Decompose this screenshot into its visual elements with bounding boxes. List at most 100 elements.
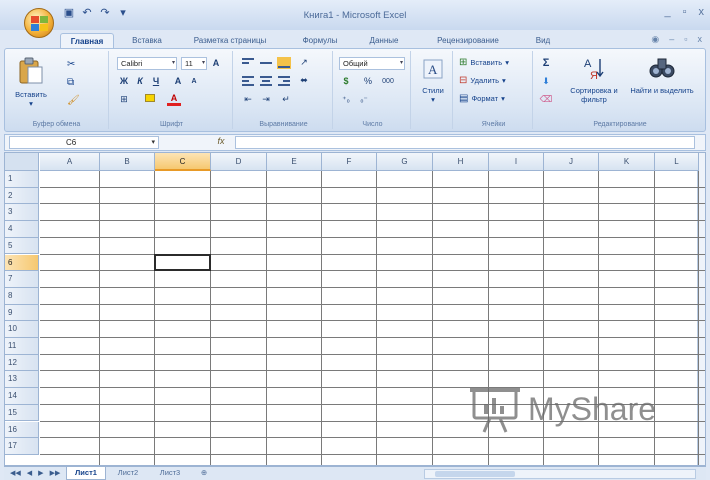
autosum-icon[interactable]: Σ [539,57,553,70]
sheet-tab-1[interactable]: Лист1 [66,467,106,480]
row-header-8[interactable]: 8 [5,287,39,305]
minimize-icon[interactable]: _ [664,6,670,18]
row-header-6[interactable]: 6 [5,254,39,272]
increase-indent-icon[interactable]: ⇥ [259,93,273,106]
next-sheet-icon[interactable]: ▶ [38,469,43,477]
column-header-j[interactable]: J [544,153,599,171]
ribbon-close-icon[interactable]: x [698,34,703,45]
ribbon-restore-icon[interactable]: ▫ [684,34,687,45]
row-header-17[interactable]: 17 [5,438,39,455]
prev-sheet-icon[interactable]: ◀ [27,469,32,477]
sort-filter-button[interactable]: A Я Сортировка и фильтр [563,55,625,104]
copy-button[interactable]: ⧉ [67,77,74,88]
currency-icon[interactable]: $ [339,75,353,88]
sheet-tab-3[interactable]: Лист3 [150,467,190,480]
column-header-d[interactable]: D [211,153,267,171]
percent-button[interactable]: % [361,75,375,88]
ribbon-minimize-icon[interactable]: – [669,34,674,45]
column-header-h[interactable]: H [433,153,489,171]
increase-decimal-icon[interactable]: ⁺₀ [339,93,353,106]
paste-button[interactable]: Вставить ▾ [11,57,51,108]
row-header-11[interactable]: 11 [5,338,39,355]
orientation-icon[interactable]: ↗ [297,56,311,69]
italic-button[interactable]: К [133,75,147,88]
close-icon[interactable]: x [699,6,705,18]
sheet-tab-2[interactable]: Лист2 [108,467,148,480]
row-header-15[interactable]: 15 [5,404,39,422]
align-top-icon[interactable] [241,57,255,69]
column-header-c[interactable]: C [155,153,211,171]
styles-button[interactable]: A Стили ▾ [415,59,451,104]
row-header-5[interactable]: 5 [5,237,39,255]
name-box[interactable]: C6 ▾ [9,136,159,149]
column-header-a[interactable]: A [40,153,100,171]
decrease-font-icon[interactable]: A [187,75,201,88]
align-right-icon[interactable] [277,75,291,87]
row-header-14[interactable]: 14 [5,388,39,405]
tab-page-layout[interactable]: Разметка страницы [178,33,282,48]
clear-icon[interactable]: ⌫ [539,93,553,106]
align-middle-icon[interactable] [259,57,273,69]
font-name-select[interactable]: Calibri ▾ [117,57,177,70]
font-color-button[interactable]: A [167,93,181,106]
thousands-button[interactable]: 000 [377,75,399,88]
maximize-icon[interactable]: ▫ [683,6,687,18]
row-header-12[interactable]: 12 [5,354,39,372]
insert-sheet-icon[interactable]: ⊕ [194,467,214,480]
align-bottom-icon[interactable] [277,57,291,69]
borders-button[interactable]: ⊞ [117,93,131,106]
tab-data[interactable]: Данные [360,33,408,48]
column-header-l[interactable]: L [655,153,699,171]
align-left-icon[interactable] [241,75,255,87]
insert-cells-button[interactable]: ⊞ Вставить ▾ [459,57,509,68]
bold-button[interactable]: Ж [117,75,131,88]
cut-button[interactable]: ✂ [67,59,75,70]
font-size-select[interactable]: 11 ▾ [181,57,207,70]
format-cells-button[interactable]: ▤ Формат ▾ [459,93,505,104]
row-header-16[interactable]: 16 [5,421,39,439]
fill-color-button[interactable] [143,93,157,106]
wrap-text-icon[interactable]: ↵ [279,93,293,106]
delete-cells-button[interactable]: ⊟ Удалить ▾ [459,75,506,86]
increase-font-icon[interactable]: A [171,75,185,88]
help-icon[interactable]: ◉ [651,34,659,45]
column-header-b[interactable]: B [100,153,155,171]
tab-view[interactable]: Вид [526,33,560,48]
row-header-13[interactable]: 13 [5,371,39,389]
row-header-9[interactable]: 9 [5,304,39,322]
row-header-3[interactable]: 3 [5,204,39,222]
merge-cells-icon[interactable]: ⬌ [297,74,311,87]
decrease-decimal-icon[interactable]: ₀⁻ [357,93,371,106]
decrease-indent-icon[interactable]: ⇤ [241,93,255,106]
find-select-button[interactable]: Найти и выделить [629,55,695,95]
first-sheet-icon[interactable]: ◀◀ [10,469,21,477]
office-button[interactable] [24,8,54,38]
row-header-7[interactable]: 7 [5,271,39,288]
format-painter-button[interactable]: 🖌 [67,95,80,106]
formula-input[interactable] [235,136,695,149]
insert-function-button[interactable]: fx [213,136,229,149]
column-header-i[interactable]: I [489,153,544,171]
column-header-g[interactable]: G [377,153,433,171]
column-header-k[interactable]: K [599,153,655,171]
last-sheet-icon[interactable]: ▶▶ [50,469,61,477]
active-cell[interactable] [154,253,211,272]
fill-icon[interactable]: ⬇ [539,75,553,88]
column-header-e[interactable]: E [267,153,322,171]
horizontal-scrollbar[interactable] [424,469,696,479]
underline-button[interactable]: Ч [149,75,163,88]
tab-formulas[interactable]: Формулы [292,33,348,48]
column-header-f[interactable]: F [322,153,377,171]
row-header-2[interactable]: 2 [5,187,39,205]
grow-font-button[interactable]: A [209,57,223,70]
scroll-thumb[interactable] [435,471,515,477]
number-format-select[interactable]: Общий ▾ [339,57,405,70]
row-header-1[interactable]: 1 [5,171,39,188]
tab-review[interactable]: Рецензирование [422,33,514,48]
tab-insert[interactable]: Вставка [124,33,170,48]
tab-home[interactable]: Главная [60,33,114,48]
row-header-4[interactable]: 4 [5,221,39,238]
row-header-10[interactable]: 10 [5,321,39,338]
align-center-icon[interactable] [259,75,273,87]
select-all-button[interactable] [5,153,39,171]
